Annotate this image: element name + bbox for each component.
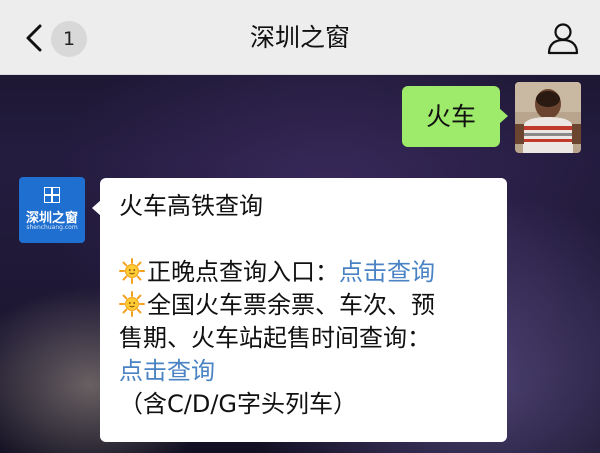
item-2-line-2: 售期、火车站起售时间查询：	[119, 324, 431, 352]
sun-emoji-icon	[119, 258, 145, 284]
user-avatar[interactable]	[515, 82, 581, 153]
item-2-line-1: 全国火车票余票、车次、预	[147, 291, 435, 319]
item-1-query-link[interactable]: 点击查询	[339, 258, 435, 286]
message-heading: 火车高铁查询	[119, 192, 263, 220]
back-arrow-icon[interactable]	[22, 22, 50, 54]
item-1-label: 正晚点查询入口：	[147, 258, 339, 286]
message-item-1: 正晚点查询入口：点击查询	[119, 256, 493, 289]
train-type-note: （含C/D/G字头列车）	[119, 390, 358, 418]
official-account-avatar[interactable]: 深圳之窗 shenchuang.com	[19, 177, 85, 243]
top-bar: 1 深圳之窗	[0, 0, 600, 75]
sent-message-bubble[interactable]: 火车	[402, 86, 508, 147]
user-profile-icon[interactable]	[546, 21, 580, 55]
sun-emoji-icon	[119, 291, 145, 317]
window-logo-icon	[44, 187, 60, 203]
chat-title: 深圳之窗	[249, 23, 350, 52]
item-2-query-link[interactable]: 点击查询	[119, 355, 493, 388]
unread-count-badge[interactable]: 1	[51, 21, 87, 57]
message-item-2: 全国火车票余票、车次、预	[119, 289, 493, 322]
account-logo-url: shenchuang.com	[26, 224, 78, 231]
received-message-bubble: 火车高铁查询 正晚点查询入口：点击查询 全国火车票余票、车次、预 售期、火车站起…	[92, 178, 507, 442]
user-avatar-image	[515, 82, 581, 153]
